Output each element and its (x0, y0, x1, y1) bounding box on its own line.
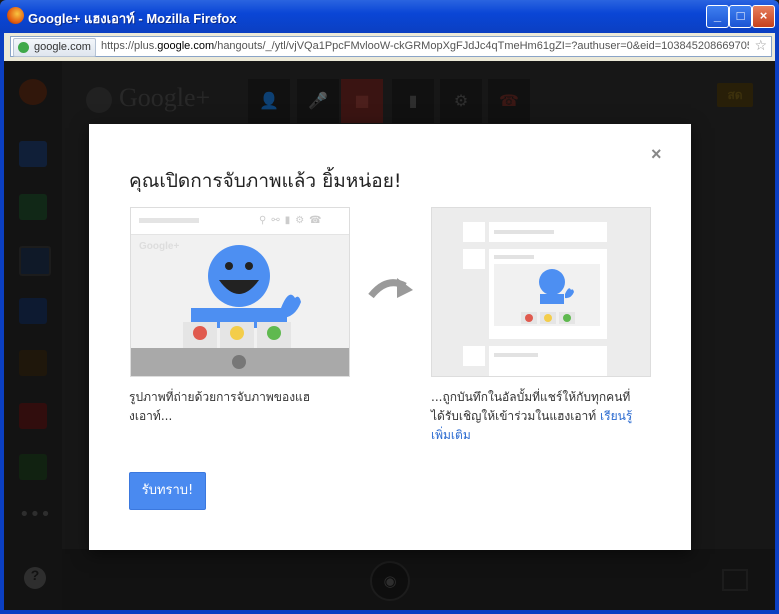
album-stream-illustration (463, 222, 607, 376)
thumb-red-avatar (193, 326, 207, 340)
maximize-button[interactable]: □ (729, 5, 752, 28)
avatar-wave-hand (281, 294, 301, 318)
thumb-green-avatar (267, 326, 281, 340)
url-field[interactable]: google.com https://plus.google.com/hango… (10, 36, 772, 57)
site-domain: google.com (34, 41, 91, 53)
minimize-button[interactable]: _ (706, 5, 729, 28)
right-caption-line-2: ได้รับเชิญให้เข้าร่วมในแฮงเอาท์ เรียนรู้ (431, 407, 651, 426)
window-border-bottom (0, 610, 779, 614)
dialog-title: คุณเปิดการจับภาพแล้ว ยิ้มหน่อย! (129, 170, 402, 192)
window-titlebar: Google+ แฮงเอาท์ - Mozilla Firefox _ □ × (0, 0, 779, 33)
learn-more-link-cont[interactable]: เพิ่มเติม (431, 428, 471, 442)
url-domain: google.com (157, 40, 215, 52)
thumb-yellow-avatar (230, 326, 244, 340)
left-caption: รูปภาพที่ถ่ายด้วยการจับภาพของแฮ งเอาท์..… (129, 388, 349, 426)
site-identity[interactable]: google.com (13, 38, 96, 57)
avatar-eye-left (225, 262, 233, 270)
album-yellow-dot (544, 314, 552, 322)
album-green-dot (563, 314, 571, 322)
avatar-eye-right (245, 262, 253, 270)
album-red-dot (525, 314, 533, 322)
arrow-right-icon (368, 278, 413, 299)
left-caption-line-1: รูปภาพที่ถ่ายด้วยการจับภาพของแฮ (129, 390, 311, 404)
right-caption: ...ถูกบันทึกในอัลบั้มที่แชร์ให้กับทุกคนท… (431, 388, 651, 445)
avatar-head (208, 245, 270, 307)
url-prefix: https://plus. (101, 40, 158, 52)
capture-intro-dialog: คุณเปิดการจับภาพแล้ว ยิ้มหน่อย! × ⚲⚯▮⚙☎ … (89, 124, 691, 550)
right-caption-line-1: ...ถูกบันทึกในอัลบั้มที่แชร์ให้กับทุกคนท… (431, 390, 631, 404)
post-3 (489, 346, 607, 376)
right-caption-text: ได้รับเชิญให้เข้าร่วมในแฮงเอาท์ (431, 409, 601, 423)
window-title: Google+ แฮงเอาท์ - Mozilla Firefox (28, 11, 237, 26)
post-avatar-1 (463, 222, 485, 242)
post-avatar-2 (463, 249, 485, 269)
learn-more-link[interactable]: เรียนรู้ (600, 409, 632, 423)
left-caption-line-2: งเอาท์... (129, 409, 173, 423)
bookmark-star-icon[interactable]: ☆ (754, 38, 767, 54)
close-window-button[interactable]: × (752, 5, 775, 28)
dialog-close-button[interactable]: × (651, 144, 662, 165)
post-avatar-3 (463, 346, 485, 366)
got-it-button[interactable]: รับทราบ! (129, 472, 206, 510)
address-bar: google.com https://plus.google.com/hango… (0, 33, 779, 61)
mini-camera-icon (232, 355, 246, 369)
avatar-illustration (131, 245, 349, 376)
firefox-icon (7, 7, 24, 24)
capture-illustration: ⚲⚯▮⚙☎ Google+ (130, 207, 350, 377)
window-border-right (775, 61, 779, 610)
url-text[interactable]: https://plus.google.com/hangouts/_/ytl/v… (101, 40, 749, 52)
album-illustration (431, 207, 651, 377)
url-rest: /hangouts/_/ytl/vjVQa1PpcFMvlooW-ckGRMop… (214, 40, 749, 52)
album-avatar (539, 269, 565, 295)
globe-icon (18, 42, 29, 53)
